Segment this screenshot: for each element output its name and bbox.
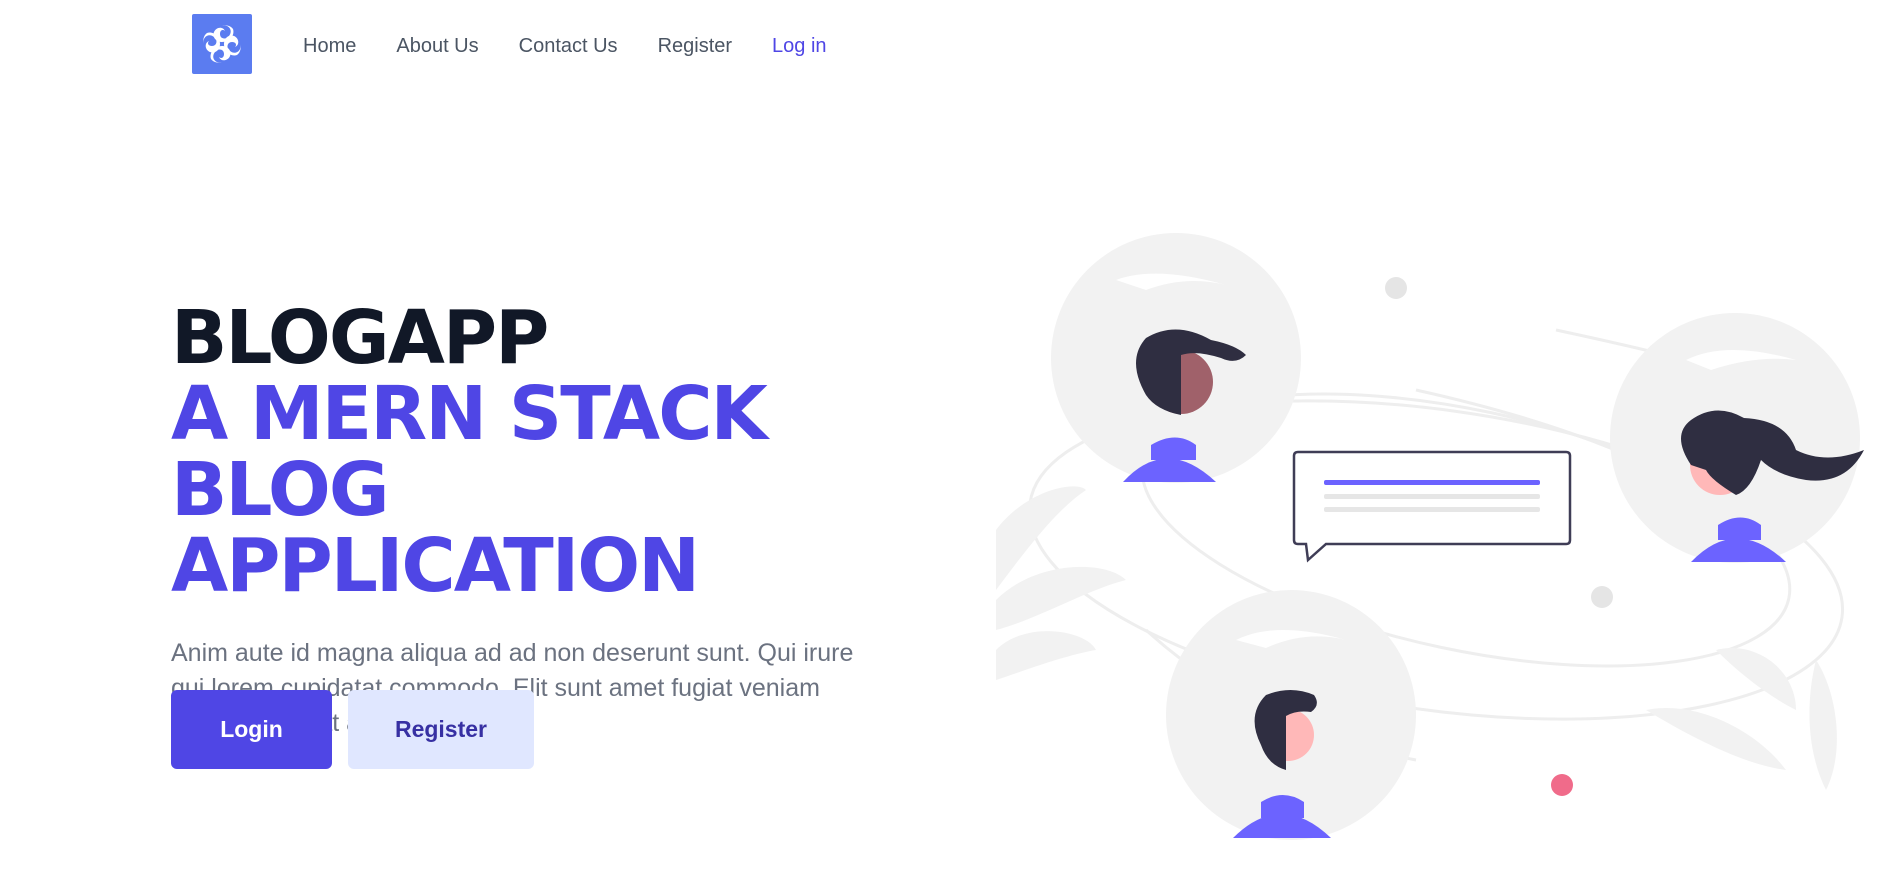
swirl-logo-icon [203, 25, 241, 63]
decor-dot [1591, 586, 1613, 608]
nav-link-log-in[interactable]: Log in [772, 30, 827, 62]
decor-dot [1385, 277, 1407, 299]
register-button[interactable]: Register [348, 690, 534, 769]
nav-link-home[interactable]: Home [303, 30, 356, 62]
leaf-decoration-left [996, 486, 1126, 680]
brand-logo[interactable] [192, 14, 252, 74]
avatar-person-3 [1166, 590, 1416, 840]
hero-buttons: Login Register [171, 690, 534, 769]
avatar-person-2 [1610, 313, 1864, 563]
chat-bubble [1292, 450, 1572, 563]
nav-links: Home About Us Contact Us Register Log in [303, 30, 867, 62]
hero-title-tagline-line2: APPLICATION [171, 523, 700, 609]
avatar-person-1 [1051, 233, 1301, 483]
leaf-decoration-right [1646, 648, 1837, 790]
nav-link-about-us[interactable]: About Us [396, 30, 478, 62]
nav-link-register[interactable]: Register [658, 30, 732, 62]
top-navigation: Home About Us Contact Us Register Log in [0, 0, 1894, 90]
hero-section: BLOGAPP A MERN STACK BLOG APPLICATION An… [171, 300, 991, 741]
nav-link-contact-us[interactable]: Contact Us [519, 30, 618, 62]
people-chatting-illustration [996, 233, 1864, 840]
hero-title-app-name: BLOGAPP [171, 295, 549, 381]
hero-title: BLOGAPP A MERN STACK BLOG APPLICATION [171, 300, 991, 604]
hero-title-tagline-line1: A MERN STACK BLOG [171, 371, 768, 533]
login-button[interactable]: Login [171, 690, 332, 769]
decor-dot-pink [1551, 774, 1573, 796]
